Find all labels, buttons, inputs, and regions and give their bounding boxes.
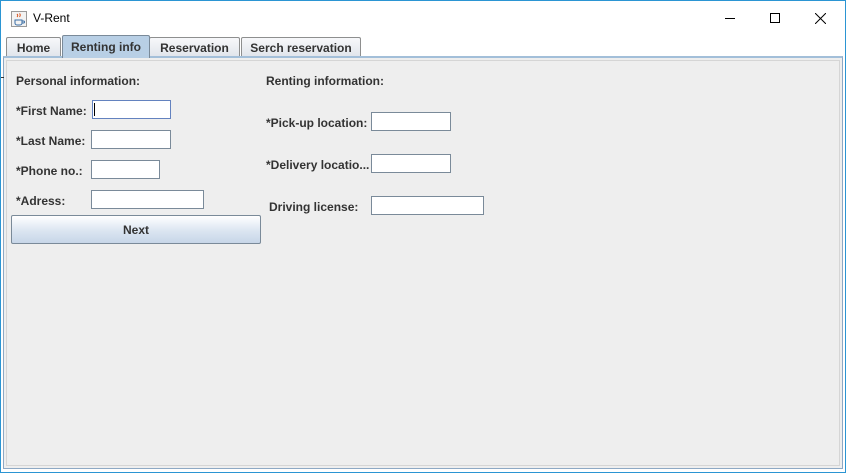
title-bar[interactable]: V-Rent [1, 1, 845, 35]
personal-info-heading: Personal information: [16, 74, 141, 88]
renting-info-heading: Renting information: [266, 74, 384, 88]
driving-license-field[interactable] [371, 196, 484, 215]
maximize-icon [770, 13, 780, 23]
delivery-location-label: *Delivery locatio... [266, 158, 370, 172]
minimize-icon [725, 13, 735, 23]
java-cup-icon [11, 11, 27, 27]
delivery-location-field[interactable] [371, 154, 451, 173]
phone-label: *Phone no.: [16, 164, 83, 178]
maximize-button[interactable] [752, 1, 798, 35]
tab-search-reservation[interactable]: Serch reservation [241, 37, 361, 58]
tab-reservation[interactable]: Reservation [149, 37, 240, 58]
text-caret [94, 103, 95, 116]
pickup-location-label: *Pick-up location: [266, 116, 368, 130]
tab-renting-info[interactable]: Renting info [62, 35, 150, 58]
window-title: V-Rent [33, 11, 70, 25]
first-name-label: *First Name: [16, 104, 87, 118]
pickup-location-field[interactable] [371, 112, 451, 131]
address-label: *Adress: [16, 194, 66, 208]
phone-field[interactable] [91, 160, 160, 179]
driving-license-label: Driving license: [269, 200, 359, 214]
first-name-field[interactable] [92, 100, 171, 119]
app-window: V-Rent Home Renting info Reservation Ser… [0, 0, 846, 473]
window-edge-mark [1, 77, 4, 78]
close-button[interactable] [797, 1, 843, 35]
minimize-button[interactable] [707, 1, 753, 35]
last-name-label: *Last Name: [16, 134, 86, 148]
address-field[interactable] [91, 190, 204, 209]
close-icon [814, 12, 826, 24]
last-name-field[interactable] [91, 130, 171, 149]
next-button[interactable]: Next [11, 215, 261, 244]
tab-strip: Home Renting info Reservation Serch rese… [3, 35, 843, 58]
tab-home[interactable]: Home [6, 37, 61, 58]
